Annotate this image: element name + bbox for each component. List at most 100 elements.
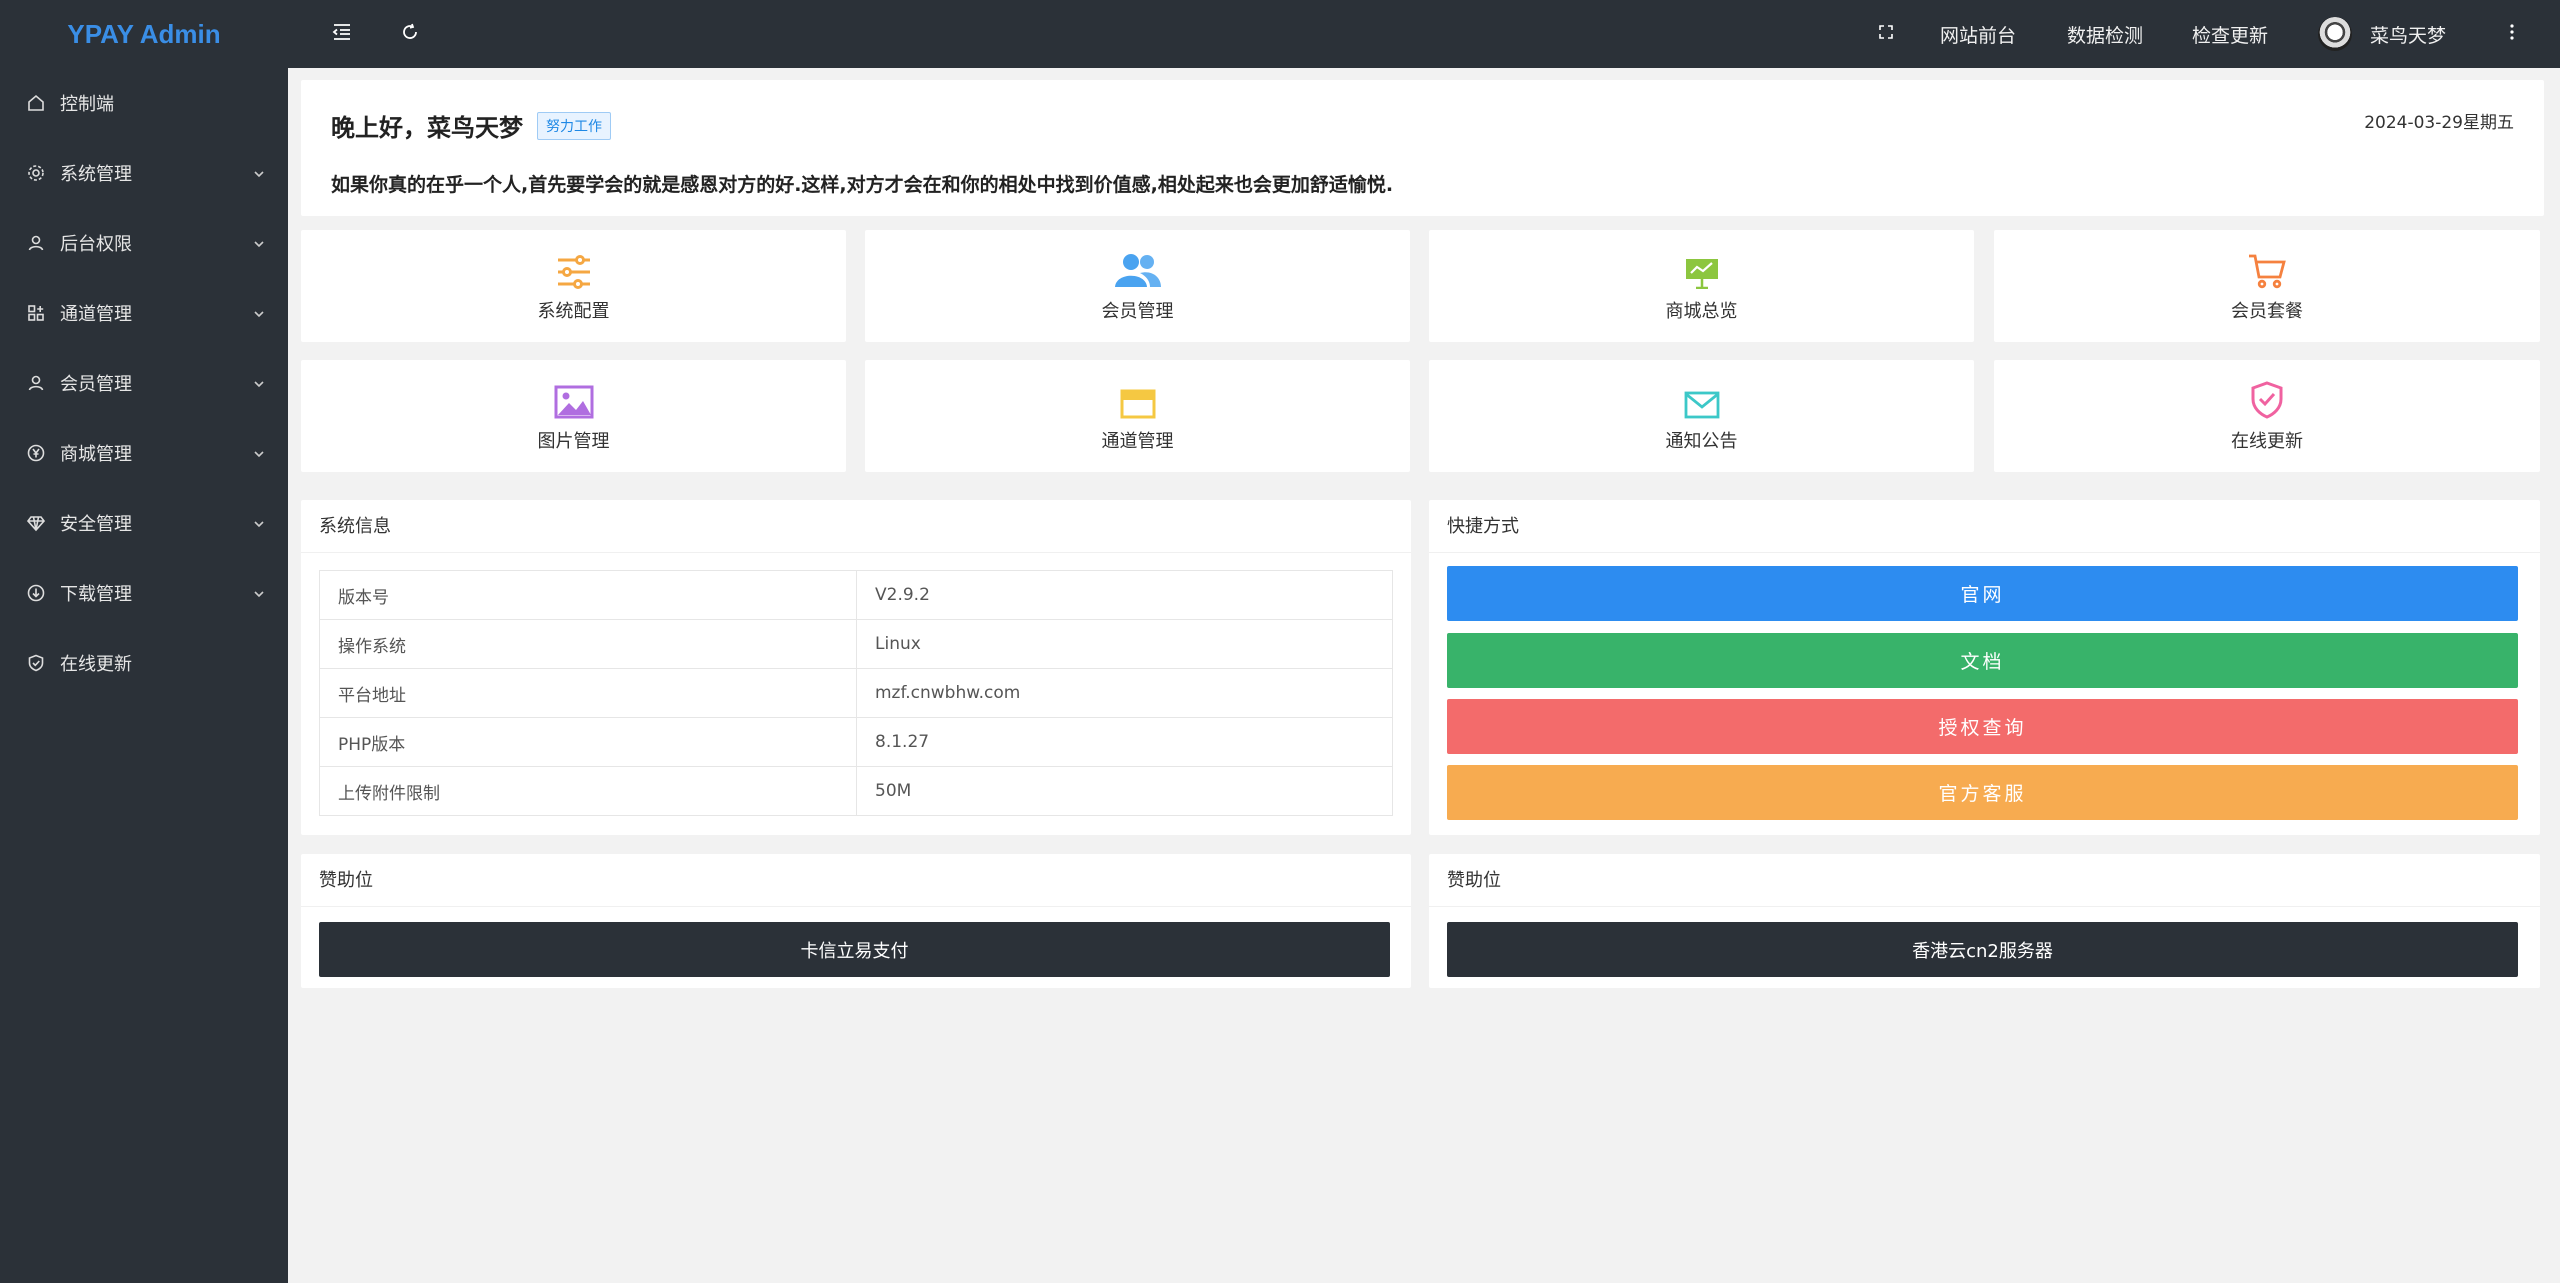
sidebar-item-dashboard[interactable]: 控制端 [0, 68, 288, 138]
info-key: 版本号 [319, 570, 857, 620]
quick-links-panel: 快捷方式 官网 文档 授权查询 官方客服 [1429, 500, 2540, 835]
sidebar-item-update[interactable]: 在线更新 [0, 628, 288, 698]
table-row: PHP版本 8.1.27 [319, 717, 1393, 767]
sponsor-button[interactable]: 卡信立易支付 [319, 922, 1390, 977]
yen-icon [26, 443, 46, 463]
shortcut-system-config[interactable]: 系统配置 [301, 230, 846, 342]
shortcut-label: 会员套餐 [2231, 301, 2303, 322]
sidebar-item-label: 控制端 [60, 94, 114, 115]
sidebar-item-shop[interactable]: 商城管理 [0, 418, 288, 488]
shortcut-label: 在线更新 [2231, 431, 2303, 452]
greeting-text: 晚上好，菜鸟天梦 [331, 114, 523, 142]
sponsor-panel-right: 赞助位 香港云cn2服务器 [1429, 854, 2540, 988]
shortcut-channels[interactable]: 通道管理 [865, 360, 1410, 472]
user-menu[interactable]: 菜鸟天梦 [2318, 0, 2446, 68]
info-value: Linux [856, 619, 1393, 669]
user-icon [26, 373, 46, 393]
sidebar-item-members[interactable]: 会员管理 [0, 348, 288, 418]
shortcut-images[interactable]: 图片管理 [301, 360, 846, 472]
panel-title: 赞助位 [1447, 870, 1501, 891]
info-value: mzf.cnwbhw.com [856, 668, 1393, 718]
info-value: V2.9.2 [856, 570, 1393, 620]
sidebar: YPAY Admin 控制端 系统管理 后台权限 通道管理 会员管理 商城管理 … [0, 0, 288, 1283]
username: 菜鸟天梦 [2370, 24, 2447, 47]
shortcut-label: 系统配置 [537, 301, 610, 322]
diamond-icon [26, 513, 46, 533]
table-row: 操作系统 Linux [319, 619, 1393, 669]
shield-check-icon [26, 653, 46, 673]
sidebar-item-permissions[interactable]: 后台权限 [0, 208, 288, 278]
greeting-title: 晚上好，菜鸟天梦 努力工作 [331, 108, 611, 143]
data-check-link[interactable]: 数据检测 [2067, 0, 2143, 68]
site-frontend-link[interactable]: 网站前台 [1940, 0, 2016, 68]
fullscreen-icon [1878, 24, 1894, 44]
sidebar-item-system[interactable]: 系统管理 [0, 138, 288, 208]
sidebar-item-downloads[interactable]: 下载管理 [0, 558, 288, 628]
shortcut-online-update[interactable]: 在线更新 [1994, 360, 2540, 472]
panel-title: 赞助位 [319, 870, 373, 891]
divider [301, 552, 1411, 553]
shortcut-shop-overview[interactable]: 商城总览 [1429, 230, 1974, 342]
refresh-icon [400, 22, 420, 46]
mail-icon [1684, 379, 1720, 419]
chevron-down-icon [252, 235, 266, 256]
shortcut-members[interactable]: 会员管理 [865, 230, 1410, 342]
info-key: 操作系统 [319, 619, 857, 669]
official-site-button[interactable]: 官网 [1447, 566, 2518, 621]
divider [1429, 552, 2540, 553]
current-date: 2024-03-29星期五 [2364, 113, 2514, 133]
chevron-down-icon [252, 165, 266, 186]
fullscreen-button[interactable] [1872, 0, 1900, 68]
refresh-button[interactable] [396, 0, 424, 68]
sponsor-panel-left: 赞助位 卡信立易支付 [301, 854, 1411, 988]
sidebar-item-security[interactable]: 安全管理 [0, 488, 288, 558]
info-key: PHP版本 [319, 717, 857, 767]
info-key: 上传附件限制 [319, 766, 857, 816]
shortcut-member-plans[interactable]: 会员套餐 [1994, 230, 2540, 342]
menu-toggle-button[interactable] [328, 0, 356, 68]
avatar [2318, 17, 2352, 51]
sidebar-item-label: 在线更新 [60, 654, 132, 675]
daily-quote: 如果你真的在乎一个人,首先要学会的就是感恩对方的好.这样,对方才会在和你的相处中… [331, 174, 1394, 196]
sidebar-item-label: 商城管理 [60, 444, 132, 465]
cart-icon [2248, 249, 2286, 289]
image-icon [554, 379, 594, 419]
sliders-icon [556, 249, 592, 289]
window-icon [1120, 379, 1156, 419]
panel-title: 快捷方式 [1447, 516, 1519, 537]
chevron-down-icon [252, 375, 266, 396]
check-update-link[interactable]: 检查更新 [2192, 0, 2268, 68]
status-badge: 努力工作 [537, 111, 611, 140]
shortcut-label: 商城总览 [1665, 301, 1738, 322]
users-icon [1114, 249, 1162, 289]
table-row: 版本号 V2.9.2 [319, 570, 1393, 620]
chevron-down-icon [252, 515, 266, 536]
chevron-down-icon [252, 445, 266, 466]
docs-button[interactable]: 文档 [1447, 633, 2518, 688]
greeting-card: 晚上好，菜鸟天梦 努力工作 2024-03-29星期五 如果你真的在乎一个人,首… [301, 80, 2544, 216]
more-button[interactable] [2502, 0, 2522, 68]
sidebar-menu: 控制端 系统管理 后台权限 通道管理 会员管理 商城管理 安全管理 下载管理 在… [0, 68, 288, 698]
table-row: 上传附件限制 50M [319, 766, 1393, 816]
license-query-button[interactable]: 授权查询 [1447, 699, 2518, 754]
divider [1429, 906, 2540, 907]
sponsor-button[interactable]: 香港云cn2服务器 [1447, 922, 2518, 977]
sidebar-item-channels[interactable]: 通道管理 [0, 278, 288, 348]
shortcut-label: 通道管理 [1101, 431, 1174, 452]
shortcut-label: 通知公告 [1665, 431, 1738, 452]
chevron-down-icon [252, 305, 266, 326]
user-icon [26, 233, 46, 253]
divider [301, 906, 1411, 907]
top-header: 网站前台 数据检测 检查更新 菜鸟天梦 [288, 0, 2560, 68]
download-icon [26, 583, 46, 603]
info-key: 平台地址 [319, 668, 857, 718]
sidebar-item-label: 安全管理 [60, 514, 132, 535]
gear-icon [26, 163, 46, 183]
shortcut-notices[interactable]: 通知公告 [1429, 360, 1974, 472]
home-icon [26, 93, 46, 113]
info-value: 50M [856, 766, 1393, 816]
official-support-button[interactable]: 官方客服 [1447, 765, 2518, 820]
sidebar-item-label: 会员管理 [60, 374, 132, 395]
sidebar-item-label: 系统管理 [60, 164, 132, 185]
app-logo[interactable]: YPAY Admin [0, 0, 288, 68]
